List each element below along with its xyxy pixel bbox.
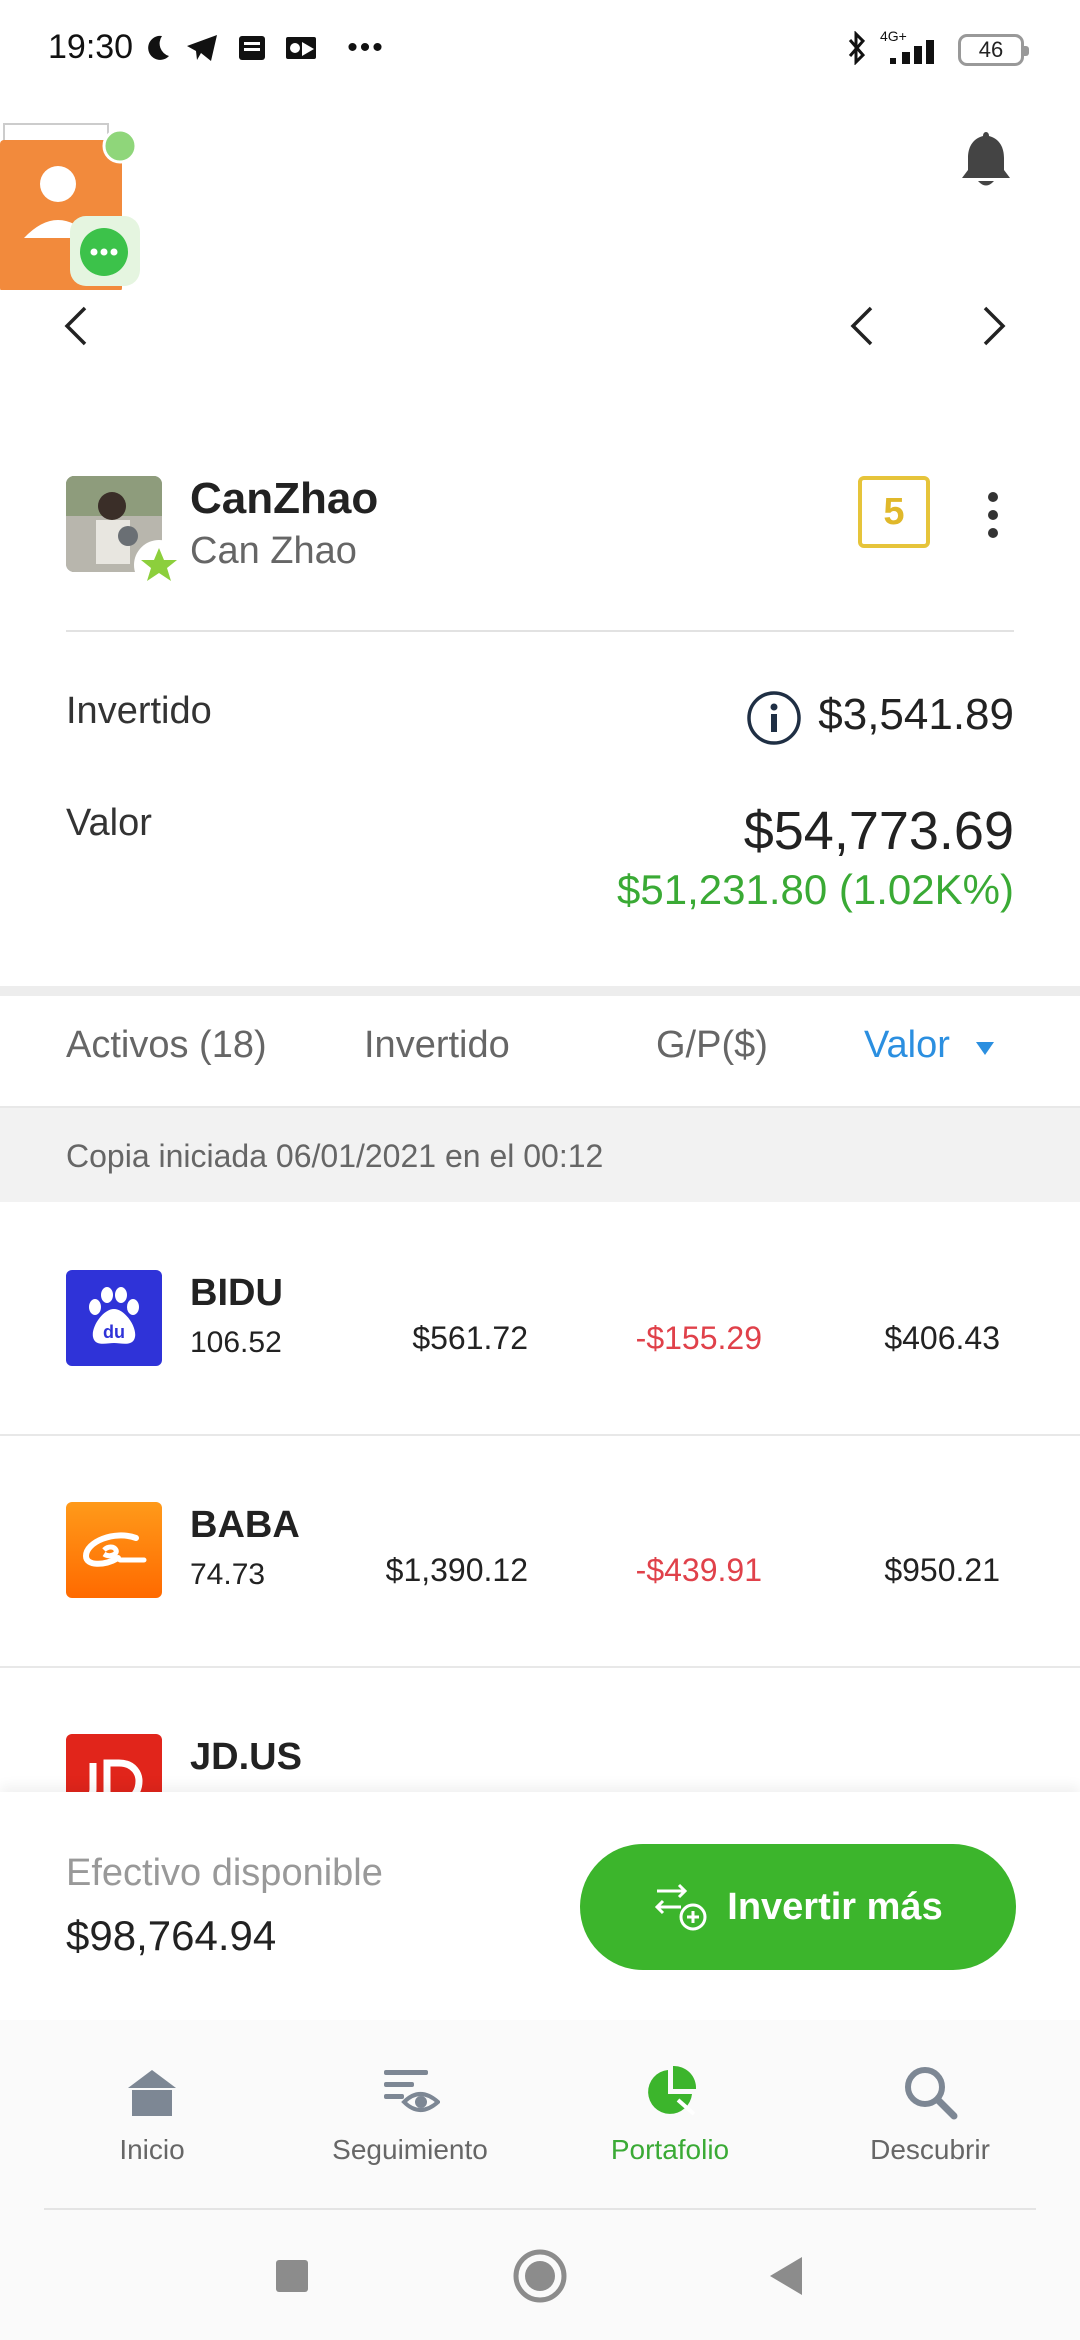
column-header-pl[interactable]: G/P($)	[656, 1024, 768, 1067]
nav-label-descubrir: Descubrir	[870, 2134, 990, 2165]
asset-invested: $1,390.12	[385, 1552, 528, 1588]
invest-transfer-icon	[653, 1881, 709, 1933]
watchlist-icon	[378, 2060, 442, 2124]
nav-item-descubrir[interactable]: Descubrir	[820, 2060, 1040, 2166]
home-icon	[120, 2060, 184, 2124]
asset-value: $406.43	[884, 1320, 1000, 1356]
asset-invested: $561.72	[412, 1320, 528, 1356]
portfolio-pie-icon	[638, 2060, 702, 2124]
more-options-icon[interactable]	[968, 480, 1018, 550]
username: CanZhao	[190, 474, 379, 523]
section-divider	[0, 986, 1080, 996]
baidu-logo-icon: du	[66, 1270, 162, 1366]
asset-value: $950.21	[884, 1552, 1000, 1588]
next-investor-icon[interactable]	[964, 296, 1024, 356]
nav-label-inicio: Inicio	[119, 2134, 185, 2165]
battery-indicator: 46	[958, 34, 1029, 66]
divider	[66, 630, 1014, 632]
more-notifications-icon: •••	[347, 31, 385, 64]
info-icon[interactable]	[746, 690, 802, 746]
alibaba-logo-icon	[66, 1502, 162, 1598]
search-icon	[898, 2060, 962, 2124]
copy-started-text: Copia iniciada 06/01/2021 en el 00:12	[66, 1138, 604, 1174]
full-name: Can Zhao	[190, 530, 357, 572]
table-row[interactable]	[0, 1436, 1080, 1666]
status-time: 19:30	[48, 28, 134, 66]
nav-item-inicio[interactable]: Inicio	[42, 2060, 262, 2166]
moon-icon	[140, 30, 174, 66]
invested-label: Invertido	[66, 690, 212, 732]
table-row[interactable]: JD.US	[0, 1668, 1080, 1792]
status-bar: 19:30 ••• 4G+ 46	[0, 0, 1080, 100]
nav-label-portafolio: Portafolio	[610, 2134, 730, 2165]
asset-pl: -$155.29	[635, 1320, 762, 1356]
notifications-bell-icon[interactable]	[956, 128, 1016, 192]
back-arrow-icon[interactable]	[46, 296, 106, 356]
asset-ticker: JD.US	[190, 1736, 302, 1778]
asset-ticker: BIDU	[190, 1272, 283, 1314]
column-header-value[interactable]: Valor	[864, 1024, 950, 1067]
table-row[interactable]	[0, 1204, 1080, 1434]
sort-down-icon[interactable]	[976, 1042, 994, 1055]
profit-value: $51,231.80 (1.02K%)	[617, 866, 1014, 913]
svg-text:du: du	[103, 1322, 125, 1342]
news-icon	[234, 30, 270, 66]
invest-more-button[interactable]: Invertir más	[580, 1844, 1016, 1970]
floating-chat-widget[interactable]	[0, 120, 140, 292]
nav-label-seguimiento: Seguimiento	[332, 2134, 488, 2165]
asset-price: 74.73	[190, 1558, 266, 1591]
invest-more-label: Invertir más	[727, 1885, 943, 1928]
signal-icon	[886, 36, 946, 66]
nav-item-portafolio[interactable]: Portafolio	[560, 2060, 780, 2166]
portfolio-value: $54,773.69	[743, 801, 1014, 861]
value-label: Valor	[66, 802, 152, 844]
back-button-icon[interactable]	[754, 2244, 818, 2308]
column-header-invested[interactable]: Invertido	[364, 1024, 510, 1067]
cash-available-value: $98,764.94	[66, 1912, 277, 1959]
cash-available-label: Efectivo disponible	[66, 1852, 383, 1894]
risk-score-badge[interactable]: 5	[858, 476, 930, 548]
asset-pl: -$439.91	[635, 1552, 762, 1588]
bluetooth-icon	[842, 30, 872, 66]
recent-apps-icon[interactable]	[260, 2244, 324, 2308]
column-header-assets[interactable]: Activos (18)	[66, 1024, 267, 1067]
nav-item-seguimiento[interactable]: Seguimiento	[300, 2060, 520, 2166]
home-button-icon[interactable]	[508, 2244, 572, 2308]
telegram-icon	[182, 30, 222, 66]
invested-value: $3,541.89	[818, 690, 1014, 739]
outlook-icon	[282, 30, 320, 66]
previous-investor-icon[interactable]	[832, 296, 892, 356]
asset-price: 106.52	[190, 1326, 282, 1359]
popular-investor-star-icon	[134, 540, 184, 590]
jd-logo-icon	[66, 1734, 162, 1792]
asset-ticker: BABA	[190, 1504, 300, 1546]
